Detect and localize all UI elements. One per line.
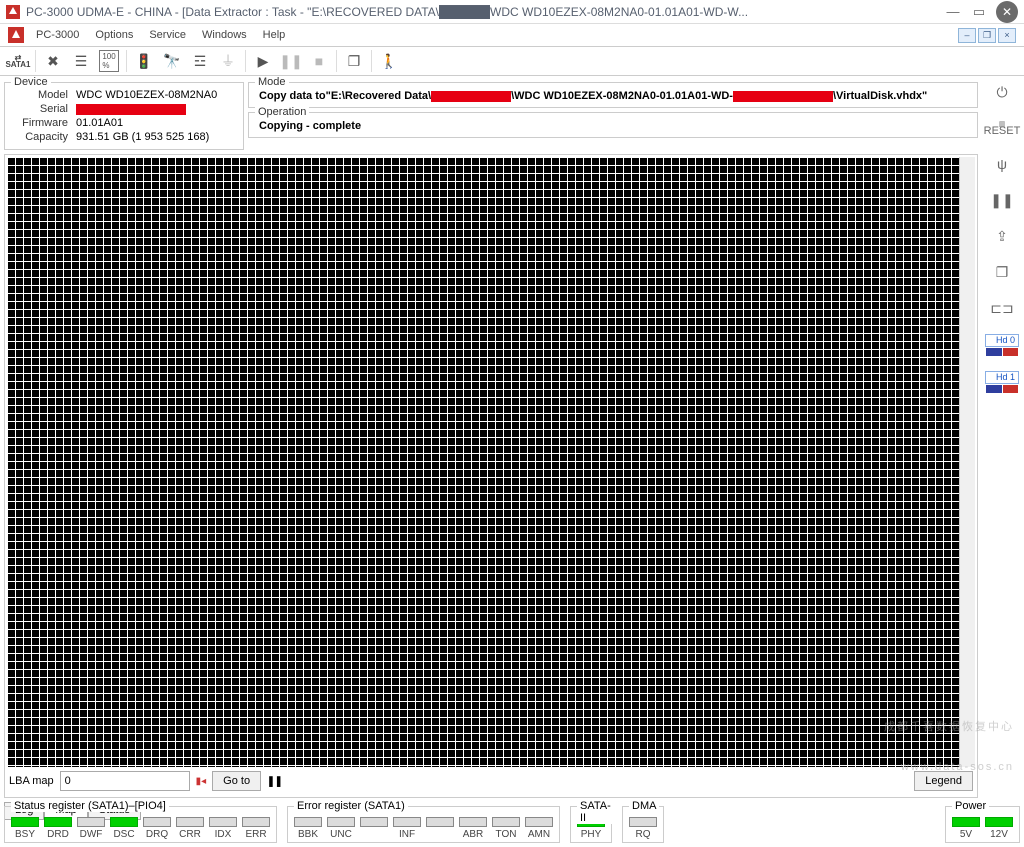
- app-icon: [6, 5, 20, 19]
- binoculars-icon[interactable]: 🔭: [158, 48, 186, 74]
- menu-pc3000[interactable]: PC-3000: [28, 26, 87, 44]
- stack-icon[interactable]: ❐: [989, 260, 1015, 284]
- reg-amn: AMN: [525, 817, 553, 840]
- reg-bsy: BSY: [11, 817, 39, 840]
- operation-text: Copying - complete: [255, 117, 971, 133]
- reg-bbk: BBK: [294, 817, 322, 840]
- mode-text: Copy data to"E:\Recovered Data\\WDC WD10…: [255, 87, 971, 103]
- toolbar: ⇄SATA1 ✖ ☰ 100% 🚦 🔭 ☲ ⏚ ▶ ❚❚ ■ ❐ 🚶: [0, 46, 1024, 76]
- close-button[interactable]: ✕: [996, 1, 1018, 23]
- power-group: Power 5V12V: [945, 806, 1020, 843]
- layers-icon[interactable]: ☲: [186, 48, 214, 74]
- sector-map[interactable]: [7, 157, 959, 767]
- reg-dsc: DSC: [110, 817, 138, 840]
- operation-legend: Operation: [255, 106, 309, 118]
- app-small-icon: [8, 27, 24, 43]
- side-pause-icon[interactable]: ❚❚: [989, 188, 1015, 212]
- connector-icon[interactable]: ⊏⊐: [989, 296, 1015, 320]
- side-toolbar: ⏻ ▥RESET ψ ❚❚ ⇪ ❐ ⊏⊐ Hd 0 Hd 1: [980, 76, 1024, 818]
- reg-drd: DRD: [44, 817, 72, 840]
- reg-blank: [360, 817, 388, 840]
- menu-options[interactable]: Options: [87, 26, 141, 44]
- lba-label: LBA map: [9, 775, 54, 787]
- serial-redacted: [76, 104, 186, 115]
- reset-icon[interactable]: ▥RESET: [989, 116, 1015, 140]
- capacity-label: Capacity: [13, 131, 71, 143]
- goto-button[interactable]: Go to: [212, 771, 261, 791]
- firmware-label: Firmware: [13, 117, 71, 129]
- menu-windows[interactable]: Windows: [194, 26, 255, 44]
- legend-button[interactable]: Legend: [914, 771, 973, 791]
- map-scrollbar[interactable]: [959, 157, 975, 767]
- error-register-group: Error register (SATA1) BBKUNCINFABRTONAM…: [287, 806, 560, 843]
- sata2-group: SATA-II PHY: [570, 806, 612, 843]
- reg-5v: 5V: [952, 817, 980, 840]
- status-area: Status register (SATA1)–[PIO4] BSYDRDDWF…: [4, 806, 1020, 843]
- dma-group: DMA RQ: [622, 806, 664, 843]
- mode-legend: Mode: [255, 76, 289, 88]
- mode-group: Mode Copy data to"E:\Recovered Data\\WDC…: [248, 82, 978, 108]
- capacity-value: 931.51 GB (1 953 525 168): [73, 131, 220, 143]
- reg-12v: 12V: [985, 817, 1013, 840]
- menu-service[interactable]: Service: [141, 26, 194, 44]
- model-value: WDC WD10EZEX-08M2NA0: [73, 89, 220, 101]
- firmware-value: 01.01A01: [73, 117, 220, 129]
- serial-label: Serial: [13, 103, 71, 115]
- heads-icon[interactable]: ⇪: [989, 224, 1015, 248]
- power-cycle-icon[interactable]: ⏻: [989, 80, 1015, 104]
- filter-icon[interactable]: ⏚: [214, 48, 242, 74]
- pause-button[interactable]: ❚❚: [277, 48, 305, 74]
- exit-icon[interactable]: 🚶: [375, 48, 403, 74]
- percent-icon[interactable]: 100%: [95, 48, 123, 74]
- operation-group: Operation Copying - complete: [248, 112, 978, 138]
- reg-blank: [426, 817, 454, 840]
- reg-dwf: DWF: [77, 817, 105, 840]
- window-title: PC-3000 UDMA-E - CHINA - [Data Extractor…: [26, 5, 940, 19]
- reg-unc: UNC: [327, 817, 355, 840]
- sata-port-button[interactable]: ⇄SATA1: [4, 48, 32, 74]
- list-icon[interactable]: ☰: [67, 48, 95, 74]
- copy-icon[interactable]: ❐: [340, 48, 368, 74]
- reg-abr: ABR: [459, 817, 487, 840]
- mdi-minimize-button[interactable]: –: [958, 28, 976, 43]
- reg-drq: DRQ: [143, 817, 171, 840]
- tools-icon[interactable]: ✖: [39, 48, 67, 74]
- lba-clear-icon[interactable]: ▮◂: [196, 776, 207, 787]
- menu-bar: PC-3000 Options Service Windows Help – ❐…: [0, 24, 1024, 46]
- lba-input[interactable]: [60, 771, 190, 791]
- minimize-button[interactable]: —: [940, 2, 966, 22]
- mdi-close-button[interactable]: ×: [998, 28, 1016, 43]
- play-button[interactable]: ▶: [249, 48, 277, 74]
- status-register-group: Status register (SATA1)–[PIO4] BSYDRDDWF…: [4, 806, 277, 843]
- reg-inf: INF: [393, 817, 421, 840]
- device-group: Device ModelWDC WD10EZEX-08M2NA0 Serial …: [4, 82, 244, 150]
- reg-err: ERR: [242, 817, 270, 840]
- device-legend: Device: [11, 76, 51, 88]
- reg-ton: TON: [492, 817, 520, 840]
- traffic-icon[interactable]: 🚦: [130, 48, 158, 74]
- mdi-restore-button[interactable]: ❐: [978, 28, 996, 43]
- reg-idx: IDX: [209, 817, 237, 840]
- head-1-indicator[interactable]: Hd 1: [985, 369, 1019, 394]
- map-region: LBA map ▮◂ Go to ❚❚ Legend: [4, 154, 978, 798]
- title-bar: PC-3000 UDMA-E - CHINA - [Data Extractor…: [0, 0, 1024, 24]
- lba-pause-icon[interactable]: ❚❚: [267, 774, 283, 789]
- reg-crr: CRR: [176, 817, 204, 840]
- maximize-button[interactable]: ▭: [966, 2, 992, 22]
- jumper-icon[interactable]: ψ: [989, 152, 1015, 176]
- menu-help[interactable]: Help: [255, 26, 294, 44]
- model-label: Model: [13, 89, 71, 101]
- stop-button[interactable]: ■: [305, 48, 333, 74]
- reg-rq: RQ: [629, 817, 657, 840]
- head-0-indicator[interactable]: Hd 0: [985, 332, 1019, 357]
